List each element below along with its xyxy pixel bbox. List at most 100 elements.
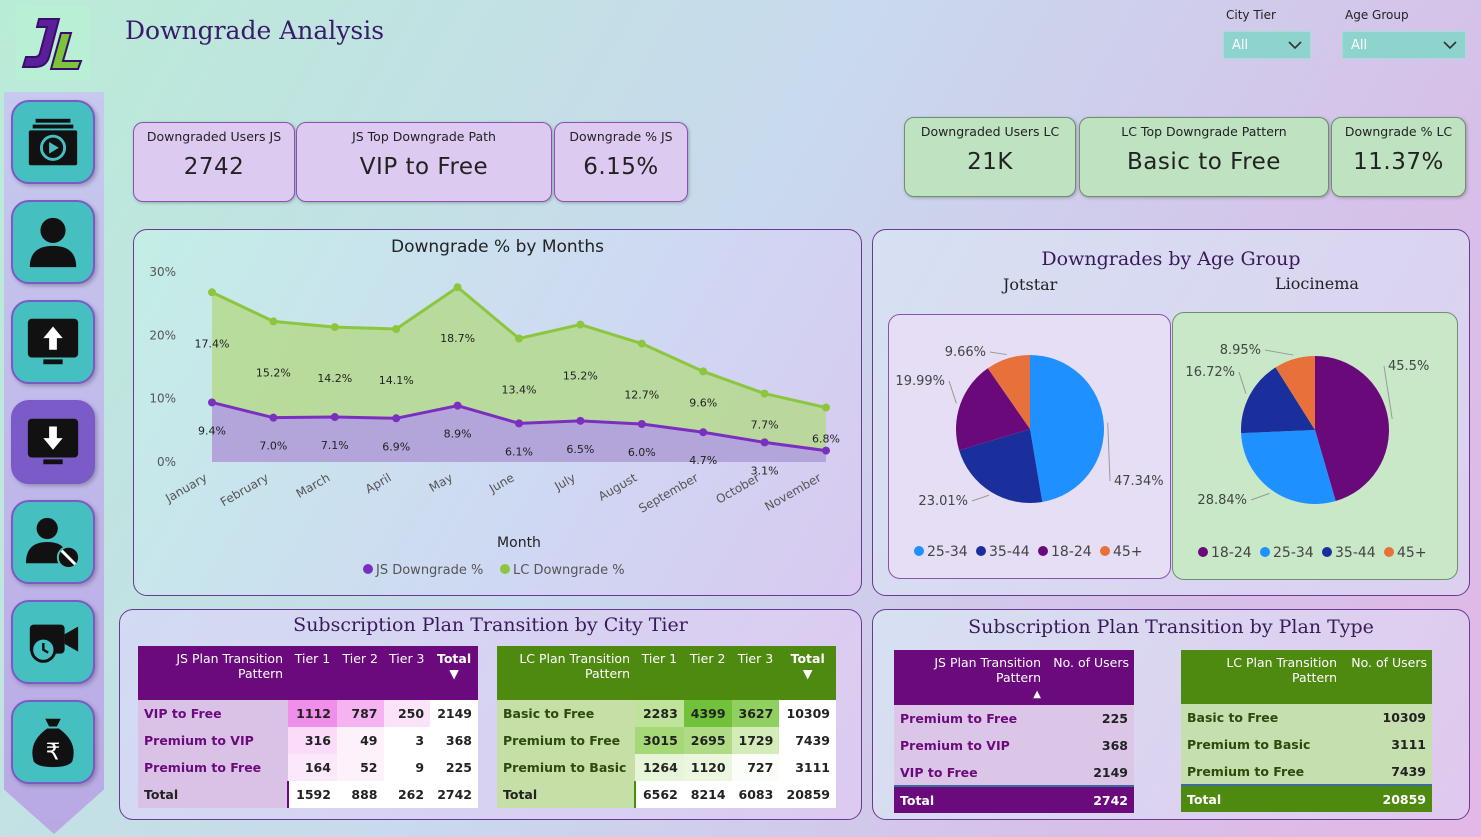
user-icon <box>29 217 77 268</box>
upgrade-monitor-icon <box>27 318 79 365</box>
table-cell: 164 <box>288 754 337 781</box>
table-cell: Total <box>1181 784 1342 812</box>
table-total-row: Total 2742 <box>894 785 1134 813</box>
legend-marker <box>1384 547 1394 557</box>
table-row: Premium to Free 164 52 9 225 <box>138 754 478 781</box>
lc-data-point <box>576 320 585 329</box>
js-data-label: 6.5% <box>566 443 594 456</box>
lc-data-label: 18.7% <box>440 332 475 345</box>
downgrade-by-month-panel: Downgrade % by Months 0% 10% 20% 30% 17.4% 15… <box>133 229 862 596</box>
js-data-label: 6.0% <box>628 446 656 459</box>
table-header[interactable]: LC Plan Transition Pattern <box>1181 650 1342 704</box>
x-tick-label: February <box>218 470 271 509</box>
kpi-lc-top-downgrade-pattern: LC Top Downgrade Pattern Basic to Free <box>1079 117 1329 197</box>
table-cell: Premium to Free <box>894 705 1046 732</box>
table-cell: 368 <box>1046 732 1134 759</box>
pie-panel-title: Downgrades by Age Group <box>1041 248 1301 270</box>
nav-revenue-button[interactable]: ₹ <box>11 700 95 784</box>
table-total-row: Total 6562 8214 6083 20859 <box>497 781 836 808</box>
downgrade-line-chart: 0% 10% 20% 30% 17.4% 15.2% 14.2% 14.1% 18.7% 13.4… <box>149 265 840 578</box>
js-data-label: 4.7% <box>689 454 717 467</box>
table-cell: 1264 <box>635 754 684 781</box>
table-header[interactable]: No. of Users <box>1046 650 1134 705</box>
lc-data-point <box>637 339 646 348</box>
table-header[interactable]: Total ▼ <box>779 646 836 700</box>
city-tier-dropdown[interactable]: All <box>1223 31 1311 59</box>
legend-label: 35-44 <box>989 544 1030 560</box>
table-header[interactable]: Total ▼ <box>430 646 478 700</box>
pie-data-label: 45.5% <box>1388 359 1429 374</box>
pie-leader-line <box>989 351 1007 356</box>
city-tier-value: All <box>1232 37 1249 53</box>
legend-marker <box>1100 546 1110 556</box>
table-header[interactable]: Tier 2 <box>683 646 732 700</box>
table-header[interactable]: JS Plan Transition Pattern <box>138 646 288 700</box>
kpi-label: Downgrade % JS <box>569 129 673 144</box>
pie-leader-line <box>1107 422 1111 482</box>
legend-marker <box>1322 547 1332 557</box>
js-city-tier-table: JS Plan Transition Pattern Tier 1 Tier 2… <box>138 646 478 808</box>
legend-label: 45+ <box>1113 544 1143 560</box>
table-header[interactable]: Tier 3 <box>383 646 431 700</box>
js-data-point <box>330 413 339 422</box>
age-group-dropdown[interactable]: All <box>1342 31 1466 59</box>
video-time-icon <box>29 624 79 663</box>
table-cell: 2283 <box>635 700 684 727</box>
table-cell: 888 <box>336 781 384 808</box>
js-data-label: 8.9% <box>444 428 472 441</box>
table-cell: 787 <box>336 700 384 727</box>
js-plan-type-table: JS Plan Transition Pattern ▲ No. of Users… <box>894 650 1134 813</box>
table-cell: Premium to VIP <box>894 732 1046 759</box>
table-header[interactable]: Tier 1 <box>635 646 684 700</box>
table-cell: 2742 <box>430 781 478 808</box>
table-cell: 1112 <box>288 700 337 727</box>
nav-watchtime-button[interactable] <box>11 600 95 684</box>
kpi-label: LC Top Downgrade Pattern <box>1121 124 1287 139</box>
table-cell: 727 <box>731 754 780 781</box>
table-header[interactable]: No. of Users <box>1342 650 1432 704</box>
legend-lc-marker <box>500 564 510 574</box>
nav-downgrade-button[interactable] <box>11 400 95 484</box>
pie-slice <box>1030 355 1104 502</box>
table-row: Basic to Free 2283 4399 3627 10309 <box>497 700 836 727</box>
legend-lc-label: LC Downgrade % <box>513 563 625 578</box>
sort-desc-icon: ▼ <box>449 666 459 681</box>
kpi-value: VIP to Free <box>359 154 489 180</box>
kpi-value: Basic to Free <box>1127 149 1281 175</box>
y-tick-label: 10% <box>149 392 176 406</box>
lc-data-point <box>208 288 216 297</box>
lc-data-point <box>453 283 462 292</box>
table-header[interactable]: LC Plan Transition Pattern <box>497 646 635 700</box>
legend-marker <box>1038 546 1048 556</box>
table-cell: 2742 <box>1046 785 1134 813</box>
table-row: Premium to Basic 3111 <box>1181 731 1432 758</box>
app-logo <box>16 6 90 80</box>
js-data-point <box>208 398 216 407</box>
age-group-label: Age Group <box>1345 8 1409 22</box>
video-library-icon <box>28 118 78 166</box>
table-header[interactable]: Tier 3 <box>731 646 780 700</box>
pie-leader-line <box>1238 371 1247 394</box>
table-cell: 3111 <box>1342 731 1432 758</box>
table-header[interactable]: Tier 1 <box>288 646 337 700</box>
kpi-value: 2742 <box>183 154 245 180</box>
legend-js-label: JS Downgrade % <box>375 563 483 578</box>
kpi-label: JS Top Downgrade Path <box>352 129 496 144</box>
nav-users-button[interactable] <box>11 200 95 284</box>
nav-content-button[interactable] <box>11 100 95 184</box>
table-header[interactable]: Tier 2 <box>336 646 384 700</box>
table-row: Premium to Free 3015 2695 1729 7439 <box>497 727 836 754</box>
lc-age-pie-chart: 45.5% 28.84% 16.72% 8.95% 18-24 25-34 35-44 45+ <box>1185 343 1429 561</box>
table-cell: 225 <box>1046 705 1134 732</box>
nav-upgrade-button[interactable] <box>11 300 95 384</box>
table-cell: Premium to Free <box>1181 758 1342 785</box>
nav-churn-button[interactable] <box>11 500 95 584</box>
kpi-js-top-downgrade-path: JS Top Downgrade Path VIP to Free <box>296 122 552 202</box>
table-cell: Basic to Free <box>497 700 635 727</box>
lc-data-label: 14.2% <box>317 372 352 385</box>
kpi-label: Downgraded Users LC <box>920 124 1060 139</box>
table-header[interactable]: JS Plan Transition Pattern ▲ <box>894 650 1046 705</box>
kpi-downgraded-users-lc: Downgraded Users LC 21K <box>904 117 1076 197</box>
table-row: VIP to Free 1112 787 250 2149 <box>138 700 478 727</box>
table-cell: Total <box>894 785 1046 813</box>
